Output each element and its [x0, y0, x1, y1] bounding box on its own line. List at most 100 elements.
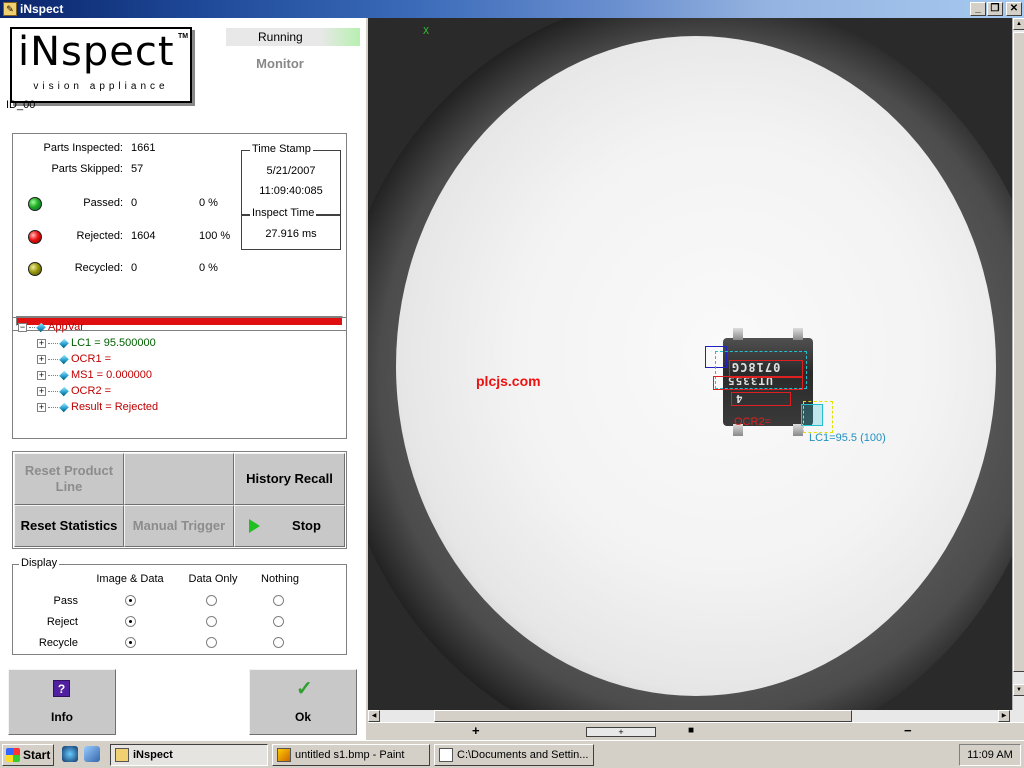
- close-button[interactable]: ✕: [1006, 2, 1022, 16]
- display-options: Display Image & Data Data Only Nothing P…: [12, 557, 347, 655]
- command-button-panel: Reset Product Line History Recall Reset …: [12, 451, 347, 549]
- scroll-left-button[interactable]: ◀: [368, 710, 380, 722]
- tree-item[interactable]: + OCR1 =: [37, 352, 111, 366]
- parts-inspected-label: Parts Inspected:: [43, 142, 124, 154]
- control-panel: iNspect TM vision appliance Running Moni…: [0, 18, 366, 740]
- tree-item[interactable]: + Result = Rejected: [37, 400, 158, 414]
- expand-icon[interactable]: +: [37, 354, 46, 364]
- tree-root-label: AppVar: [48, 321, 84, 333]
- windows-logo-icon: [6, 748, 20, 762]
- system-clock[interactable]: 11:09 AM: [959, 744, 1021, 766]
- vertical-scrollbar[interactable]: ▲ ▼: [1012, 18, 1024, 710]
- tree-item-label: LC1 = 95.500000: [71, 337, 156, 349]
- start-button[interactable]: Start: [2, 744, 54, 766]
- reset-statistics-button[interactable]: Reset Statistics: [14, 505, 124, 547]
- rejected-label: Rejected:: [76, 230, 123, 242]
- tree-item-label: MS1 = 0.000000: [71, 369, 153, 381]
- x-axis-marker: X: [423, 26, 430, 37]
- display-row-label: Recycle: [38, 637, 78, 649]
- parts-inspected-value: 1661: [131, 142, 156, 154]
- folder-window-icon: [439, 748, 453, 762]
- pass-nothing-radio[interactable]: [273, 595, 284, 606]
- manual-trigger-button[interactable]: Manual Trigger: [124, 505, 234, 547]
- check-icon: ✓: [296, 678, 313, 700]
- help-icon: ?: [53, 680, 70, 697]
- scroll-right-button[interactable]: ▶: [998, 710, 1010, 722]
- zoom-stop-button[interactable]: ■: [688, 724, 694, 738]
- expand-icon[interactable]: +: [37, 370, 46, 380]
- zoom-out-button[interactable]: −: [904, 724, 912, 738]
- stop-button-label: Stop: [292, 518, 321, 533]
- internet-explorer-icon[interactable]: [62, 746, 78, 762]
- start-label: Start: [23, 748, 51, 762]
- window-titlebar: ✎ iNspect _ ❐ ✕: [0, 0, 1024, 18]
- recycled-percent: 0 %: [199, 262, 218, 274]
- logo-text: iNspect: [18, 29, 175, 75]
- horizontal-scroll-thumb[interactable]: [434, 710, 852, 722]
- reset-product-line-button[interactable]: Reset Product Line: [14, 453, 124, 505]
- vertical-scroll-thumb[interactable]: [1013, 32, 1024, 672]
- minimize-button[interactable]: _: [970, 2, 986, 16]
- expand-icon[interactable]: +: [37, 402, 46, 412]
- info-label: Info: [51, 710, 73, 724]
- tree-item-label: OCR1 =: [71, 353, 112, 365]
- taskbar-item-inspect[interactable]: iNspect: [110, 744, 268, 766]
- camera-image[interactable]: X plcjs.com 0718CG UT3355 4 OCR2= LC1=95…: [368, 18, 1012, 710]
- tree-item[interactable]: + OCR2 =: [37, 384, 111, 398]
- recycle-image-data-radio[interactable]: [125, 637, 136, 648]
- logo-subtitle: vision appliance: [33, 81, 169, 92]
- ok-label: Ok: [294, 710, 311, 724]
- logo-trademark: TM: [178, 33, 189, 40]
- recycled-count: 0: [131, 262, 138, 274]
- timestamp-title: Time Stamp: [250, 143, 313, 155]
- collapse-icon[interactable]: −: [18, 322, 27, 332]
- scroll-down-button[interactable]: ▼: [1013, 684, 1024, 696]
- scroll-up-button[interactable]: ▲: [1013, 18, 1024, 30]
- ok-button[interactable]: ✓ Ok: [249, 669, 357, 735]
- expand-icon[interactable]: +: [37, 386, 46, 396]
- taskbar-item-paint[interactable]: untitled s1.bmp - Paint: [272, 744, 430, 766]
- statistics-panel: Parts Inspected: 1661 Parts Skipped: 57 …: [12, 133, 347, 331]
- variable-icon: [59, 354, 69, 364]
- parts-skipped-label: Parts Skipped:: [51, 163, 123, 175]
- variable-icon: [36, 322, 46, 332]
- history-recall-button[interactable]: History Recall: [234, 453, 345, 505]
- taskbar-item-explorer[interactable]: C:\Documents and Settin...: [434, 744, 594, 766]
- chip-pin: [793, 328, 803, 340]
- ocr2-result-box: [731, 392, 791, 406]
- horizontal-scrollbar[interactable]: ◀ ▶: [368, 710, 1024, 722]
- tree-item[interactable]: + MS1 = 0.000000: [37, 368, 152, 382]
- tree-item[interactable]: + LC1 = 95.500000: [37, 336, 156, 350]
- inspect-app-icon: [115, 748, 129, 762]
- show-desktop-icon[interactable]: [84, 746, 100, 762]
- info-button[interactable]: ? Info: [8, 669, 116, 735]
- display-column-header: Image & Data: [96, 573, 164, 585]
- recycle-nothing-radio[interactable]: [273, 637, 284, 648]
- zoom-in-button[interactable]: +: [472, 724, 480, 738]
- lc1-label: LC1=95.5 (100): [809, 432, 886, 444]
- variable-tree[interactable]: − AppVar + LC1 = 95.500000 + OCR1 = + MS1 = …: [12, 317, 347, 439]
- variable-icon: [59, 402, 69, 412]
- restore-button[interactable]: ❐: [987, 2, 1003, 16]
- recycled-label: Recycled:: [74, 262, 123, 274]
- display-title: Display: [19, 557, 60, 569]
- expand-icon[interactable]: +: [37, 338, 46, 348]
- reject-nothing-radio[interactable]: [273, 616, 284, 627]
- inspect-time-value: 27.916 ms: [265, 228, 317, 240]
- reject-image-data-radio[interactable]: [125, 616, 136, 627]
- lc1-search-region: [803, 401, 833, 433]
- tree-item-label: OCR2 =: [71, 385, 112, 397]
- zoom-toolbar: + + ■ −: [368, 722, 1024, 740]
- display-row-label: Pass: [53, 595, 78, 607]
- tree-root[interactable]: − AppVar: [18, 320, 84, 334]
- blank-button[interactable]: [124, 453, 234, 505]
- stop-button[interactable]: Stop: [234, 505, 345, 547]
- recycle-data-only-radio[interactable]: [206, 637, 217, 648]
- variable-icon: [59, 386, 69, 396]
- passed-label: Passed:: [83, 197, 123, 209]
- reject-data-only-radio[interactable]: [206, 616, 217, 627]
- pass-image-data-radio[interactable]: [125, 595, 136, 606]
- chip-pin: [733, 328, 743, 340]
- pass-data-only-radio[interactable]: [206, 595, 217, 606]
- zoom-slider[interactable]: +: [586, 727, 656, 737]
